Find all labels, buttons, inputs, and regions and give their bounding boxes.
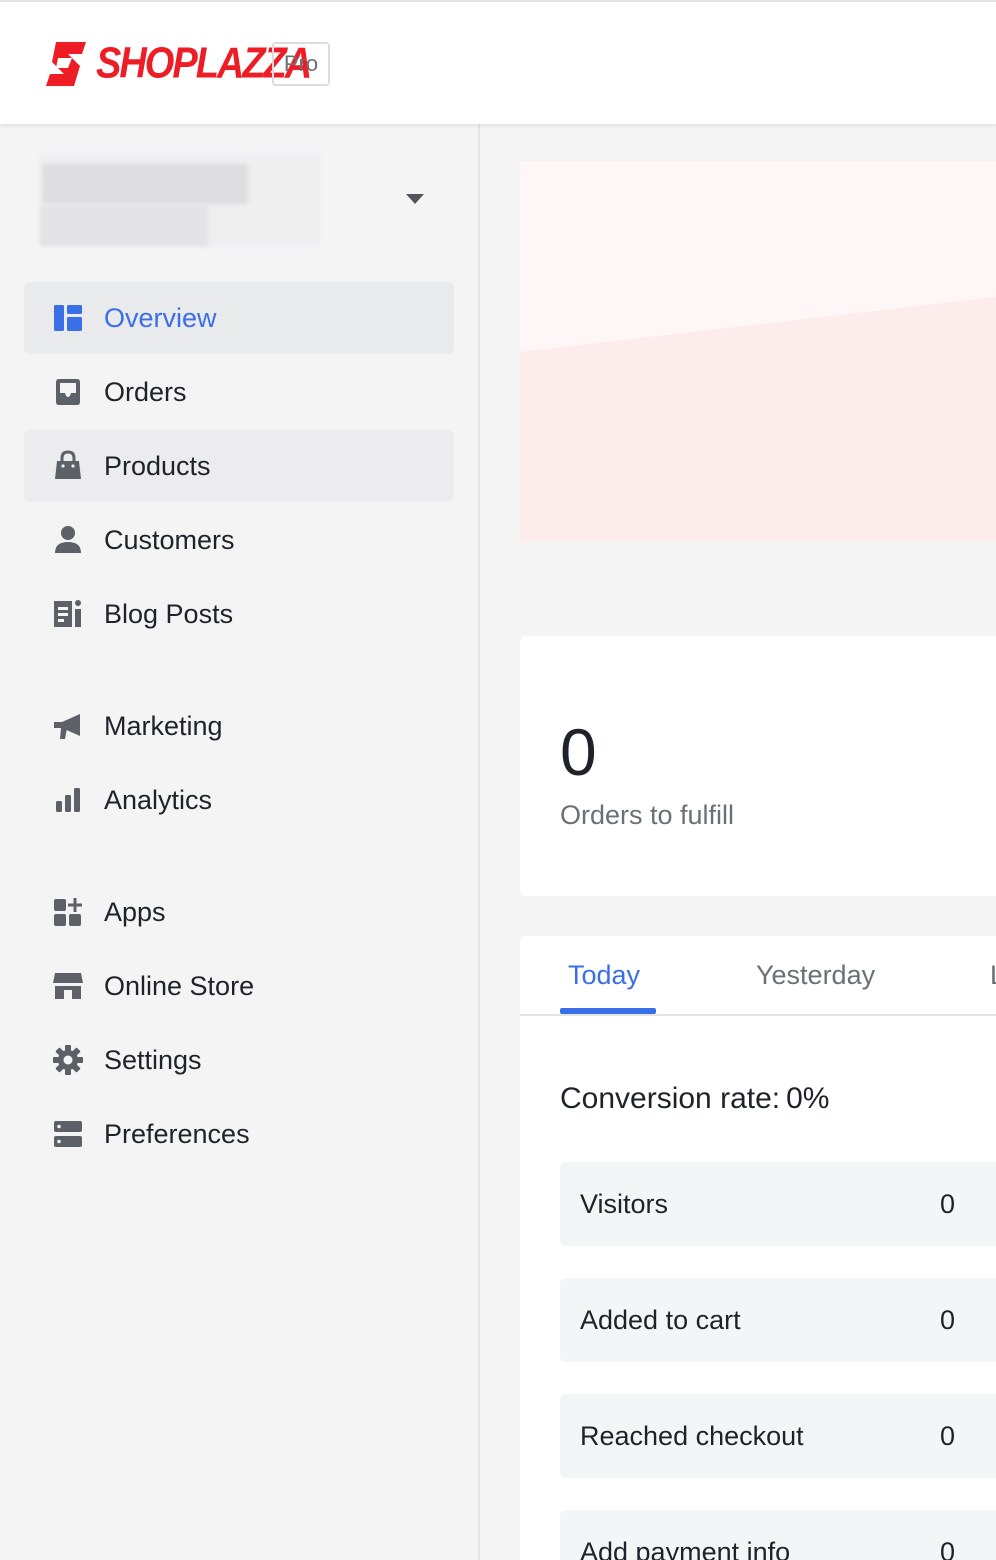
orders-to-fulfill-label: Orders to fulfill	[560, 800, 735, 830]
metric-label: Add payment info	[580, 1537, 791, 1560]
metric-value: 0	[940, 1421, 956, 1451]
sidebar-item-label: Blog Posts	[104, 598, 234, 629]
main-content: 0 Orders to fulfill Today Yesterday L Co…	[482, 124, 996, 1560]
chevron-down-icon[interactable]	[406, 194, 424, 204]
inbox-icon	[52, 376, 84, 408]
sidebar-item-overview[interactable]: Overview	[24, 282, 454, 354]
sidebar-item-marketing[interactable]: Marketing	[24, 690, 454, 762]
sidebar-item-blog-posts[interactable]: Blog Posts	[24, 578, 454, 650]
dashboard-icon	[52, 302, 84, 334]
sidebar-item-label: Orders	[104, 376, 187, 407]
storefront-icon	[52, 970, 84, 1002]
megaphone-icon	[52, 710, 84, 742]
sidebar-item-products[interactable]: Products	[24, 430, 454, 502]
shopping-bag-icon	[52, 450, 84, 482]
metric-label: Reached checkout	[580, 1421, 804, 1451]
sidebar-item-settings[interactable]: Settings	[24, 1024, 454, 1096]
metric-row-visitors: Visitors 0	[560, 1162, 996, 1246]
store-blur-overlay	[40, 154, 320, 246]
sidebar-item-label: Overview	[104, 302, 217, 333]
sidebar-item-apps[interactable]: Apps	[24, 876, 454, 948]
date-range-tabs: Today Yesterday L	[520, 936, 996, 1016]
top-header: SHOPLAZZA Pro	[0, 0, 996, 124]
server-icon	[52, 1118, 84, 1150]
sidebar-item-label: Customers	[104, 524, 235, 555]
sidebar-item-customers[interactable]: Customers	[24, 504, 454, 576]
metric-value: 0	[940, 1189, 956, 1219]
bar-chart-icon	[52, 784, 84, 816]
tab-last[interactable]: L	[990, 960, 996, 991]
banner-background	[520, 162, 996, 542]
sidebar-item-label: Preferences	[104, 1118, 250, 1149]
sidebar-item-label: Analytics	[104, 784, 213, 815]
store-stats-card: Today Yesterday L Conversion rate:0% Vis…	[520, 936, 996, 1560]
tab-today[interactable]: Today	[568, 960, 640, 991]
user-icon	[52, 524, 84, 556]
sidebar-item-label: Online Store	[104, 970, 255, 1001]
metric-value: 0	[940, 1305, 956, 1335]
sidebar-item-preferences[interactable]: Preferences	[24, 1098, 454, 1170]
tab-yesterday[interactable]: Yesterday	[756, 960, 875, 991]
metric-row-reached-checkout: Reached checkout 0	[560, 1394, 996, 1478]
blog-icon	[52, 598, 84, 630]
metric-value: 0	[940, 1537, 956, 1560]
promo-banner[interactable]	[520, 162, 996, 542]
sidebar-item-label: Settings	[104, 1044, 202, 1075]
conversion-rate-value: 0%	[786, 1082, 830, 1115]
sidebar-item-label: Products	[104, 450, 211, 481]
sidebar-item-analytics[interactable]: Analytics	[24, 764, 454, 836]
plan-badge: Pro	[272, 42, 330, 86]
shoplazza-logo[interactable]: SHOPLAZZA	[46, 39, 312, 88]
gear-icon	[52, 1044, 84, 1076]
metric-row-added-to-cart: Added to cart 0	[560, 1278, 996, 1362]
metric-row-add-payment-info: Add payment info 0	[560, 1510, 996, 1560]
shoplazza-logo-icon	[46, 42, 86, 86]
sidebar-item-label: Apps	[104, 896, 166, 927]
sidebar-item-online-store[interactable]: Online Store	[24, 950, 454, 1022]
metric-label: Visitors	[580, 1189, 669, 1219]
metric-label: Added to cart	[580, 1305, 741, 1335]
store-switcher[interactable]	[40, 154, 430, 254]
apps-icon	[52, 896, 84, 928]
conversion-rate: Conversion rate: 0%	[560, 1082, 829, 1116]
sidebar: Overview Orders Products Customers Blog …	[0, 124, 480, 1560]
orders-to-fulfill-count: 0	[560, 715, 597, 789]
sidebar-item-orders[interactable]: Orders	[24, 356, 454, 428]
active-tab-indicator	[560, 1008, 656, 1014]
sidebar-item-label: Marketing	[104, 710, 223, 741]
conversion-rate-label: Conversion rate:	[560, 1082, 781, 1115]
orders-to-fulfill-card[interactable]: 0 Orders to fulfill	[520, 636, 996, 896]
